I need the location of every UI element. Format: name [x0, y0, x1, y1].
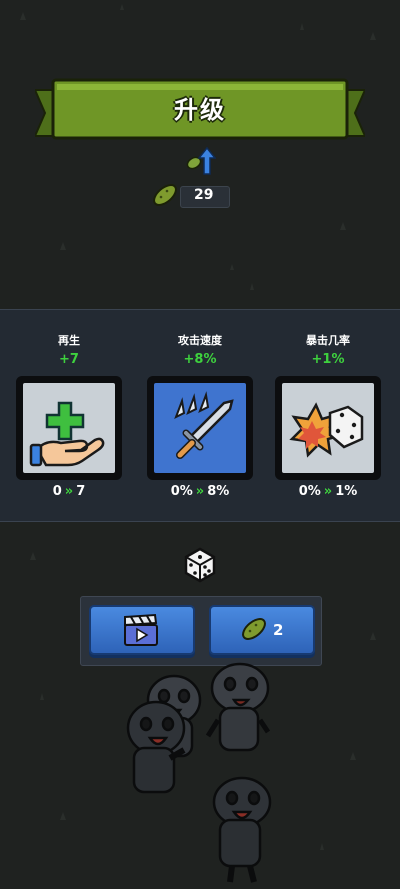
upgrade-change: 0%» 1% [298, 484, 358, 499]
upgrade-card-crit-chance[interactable]: 暴击几率 +1% 0%» 1% [275, 310, 381, 521]
upgrade-card-regen[interactable]: 再生 +7 0» 7 [16, 310, 122, 521]
zombie-sprite [212, 776, 272, 883]
pickle-reroll-button[interactable]: 2 [209, 605, 315, 655]
upgrade-name: 再生 [58, 334, 80, 347]
upgrade-panel: 再生 +7 0» 7 攻击速度 +8% 0% » 8% 暴击几率 +1% 0% … [0, 309, 400, 522]
currency-display: 29 [150, 182, 230, 208]
heal-hand-icon [29, 401, 105, 467]
zombie-sprite [205, 662, 271, 752]
zombie-horde [126, 662, 272, 883]
video-clapper-icon [124, 613, 158, 646]
zombie-sprite [126, 700, 186, 794]
dice-icon [184, 547, 216, 583]
pickle-icon [242, 618, 266, 640]
pickle-cost: 2 [273, 621, 284, 639]
upgrade-bonus: +8% [183, 352, 217, 367]
upgrade-change: 0» 7 [52, 484, 86, 499]
page-title: 升级 [174, 96, 226, 124]
watch-video-button[interactable] [89, 605, 195, 655]
reroll-options: 2 [80, 596, 322, 666]
upgrade-card-attack-speed[interactable]: 攻击速度 +8% 0%» 8% [147, 310, 253, 521]
upgrade-bonus: +7 [59, 352, 79, 367]
upgrade-arrow-icon [186, 146, 216, 175]
currency-amount: 29 [194, 187, 214, 203]
upgrade-name: 攻击速度 [178, 334, 222, 347]
upgrade-name: 暴击几率 [306, 334, 350, 347]
speed-sword-icon [174, 391, 234, 459]
upgrade-bonus: +1% [311, 352, 345, 367]
crit-dice-icon [289, 402, 364, 458]
upgrade-change: 0%» 8% [170, 484, 230, 499]
pickle-icon [153, 184, 177, 206]
